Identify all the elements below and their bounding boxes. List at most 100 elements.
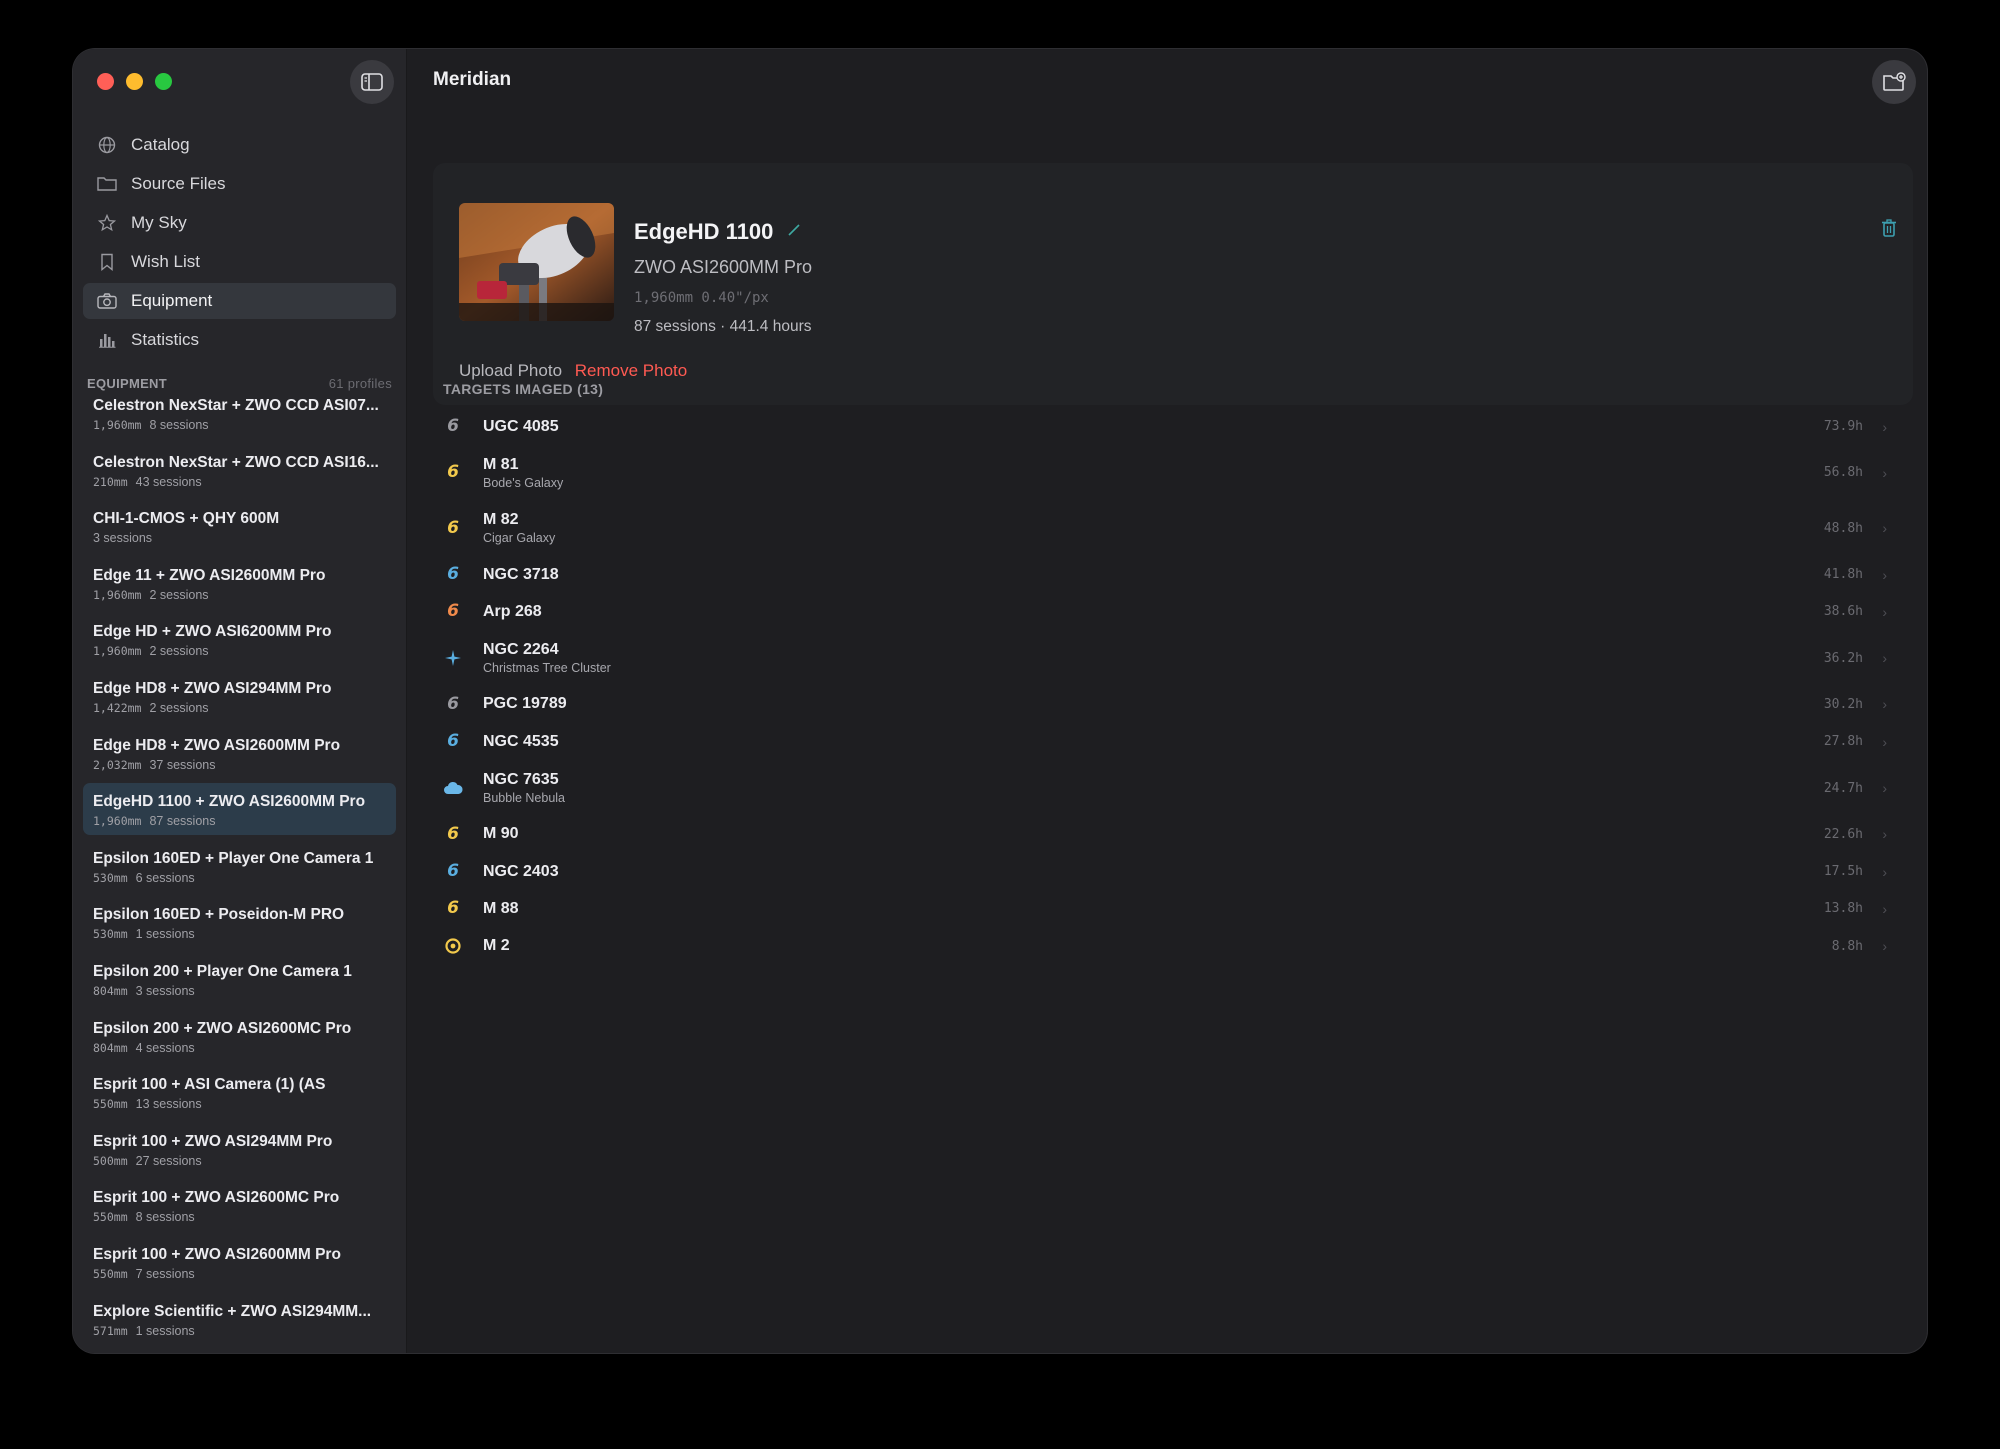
target-row[interactable]: 6 UGC 4085 73.9h › — [441, 408, 1901, 445]
equipment-item-name: Edge HD8 + ZWO ASI294MM Pro — [93, 679, 332, 697]
equipment-item-sessions: 8 sessions — [149, 418, 209, 432]
equipment-item-sessions: 2 sessions — [149, 700, 209, 715]
target-hours: 17.5h — [1823, 864, 1863, 880]
equipment-item-name: CHI-1-CMOS + QHY 600M — [93, 510, 280, 528]
zoom-window-button[interactable] — [155, 73, 172, 90]
equipment-list-item[interactable]: Epsilon 200 + Player One Camera 1 804mm 3 … — [83, 953, 396, 1005]
sidebar-item-source-files[interactable]: Source Files — [83, 166, 396, 202]
minimize-window-button[interactable] — [126, 73, 143, 90]
target-common-name: Bubble Nebula — [483, 791, 566, 806]
equipment-item-name: Edge HD + ZWO ASI6200MM Pro — [93, 623, 332, 641]
chevron-right-icon: › — [1882, 464, 1887, 481]
equipment-list[interactable]: Celestron NexStar + ZWO CCD ASI07... 1,96… — [83, 399, 396, 1353]
target-hours: 8.8h — [1831, 938, 1863, 954]
app-window: Catalog Source Files My Sky Wish List Equipm… — [73, 49, 1927, 1353]
equipment-list-item[interactable]: Epsilon 160ED + Player One Camera 1 530mm… — [83, 840, 396, 892]
galaxy-icon: 6 — [447, 898, 459, 919]
sidebar-item-equipment[interactable]: Equipment — [83, 283, 396, 319]
chevron-right-icon: › — [1882, 520, 1887, 537]
galaxy-icon: 6 — [447, 564, 459, 585]
equipment-item-focal-length: 804mm — [93, 1040, 128, 1055]
equipment-list-item[interactable]: Esprit 100 + ZWO ASI2600MM Pro 550mm 7 ses… — [83, 1236, 396, 1288]
equipment-item-sessions: 13 sessions — [135, 1097, 202, 1112]
target-name: M 82 — [483, 511, 519, 529]
equipment-item-name: Celestron NexStar + ZWO CCD ASI16... — [93, 453, 379, 471]
open-folder-button[interactable] — [1872, 60, 1916, 104]
equipment-list-item[interactable]: Esprit 100 + ZWO ASI2600MC Pro 550mm 8 ses… — [83, 1179, 396, 1231]
equipment-list-item[interactable]: CHI-1-CMOS + QHY 600M 3 sessions — [83, 500, 396, 552]
equipment-item-meta: 804mm 3 sessions — [93, 984, 386, 998]
equipment-item-focal-length: 210mm — [93, 474, 128, 489]
sidebar-item-catalog[interactable]: Catalog — [83, 127, 396, 163]
equipment-list-item[interactable]: Epsilon 200 + ZWO ASI2600MC Pro 804mm 4 se… — [83, 1010, 396, 1062]
galaxy-icon: 6 — [447, 731, 459, 752]
target-row[interactable]: 6 M 88 13.8h › — [441, 890, 1901, 927]
sidebar: Catalog Source Files My Sky Wish List Equipm… — [73, 49, 407, 1353]
equipment-profile-count: 61 profiles — [328, 376, 392, 391]
target-row[interactable]: 6 M 81 Bode's Galaxy 56.8h › — [441, 445, 1901, 500]
target-row[interactable]: NGC 7635 Bubble Nebula 24.7h › — [441, 760, 1901, 815]
target-row[interactable]: 6 PGC 19789 30.2h › — [441, 686, 1901, 723]
galaxy-icon: 6 — [447, 823, 459, 844]
equipment-item-sessions: 6 sessions — [135, 870, 195, 885]
target-row[interactable]: 6 NGC 4535 27.8h › — [441, 723, 1901, 760]
target-row[interactable]: 6 M 82 Cigar Galaxy 48.8h › — [441, 501, 1901, 556]
target-name: PGC 19789 — [483, 695, 567, 713]
equipment-detail-card: EdgeHD 1100 ZWO ASI2600MM Pro 1,960mm 0.… — [433, 163, 1913, 405]
equipment-list-item[interactable]: Edge HD8 + ZWO ASI2600MM Pro 2,032mm 37 se… — [83, 727, 396, 779]
equipment-list-item[interactable]: Celestron NexStar + ZWO CCD ASI07... 1,96… — [83, 399, 396, 439]
equipment-item-sessions: 2 sessions — [149, 644, 209, 659]
chevron-right-icon: › — [1882, 418, 1887, 435]
target-text: NGC 2264 Christmas Tree Cluster — [483, 641, 611, 675]
chevron-right-icon: › — [1882, 603, 1887, 620]
target-hours: 27.8h — [1823, 734, 1863, 750]
sidebar-item-statistics[interactable]: Statistics — [83, 322, 396, 358]
chevron-right-icon: › — [1882, 566, 1887, 583]
equipment-item-focal-length: 500mm — [93, 1153, 128, 1168]
equipment-item-meta: 571mm 1 sessions — [93, 1324, 386, 1338]
target-common-name: Christmas Tree Cluster — [483, 661, 611, 676]
equipment-list-item[interactable]: Esprit 100 + ZWO ASI294MM Pro 500mm 27 ses… — [83, 1123, 396, 1175]
equipment-item-focal-length: 550mm — [93, 1097, 128, 1112]
target-row[interactable]: 6 NGC 3718 41.8h › — [441, 556, 1901, 593]
sidebar-item-my-sky[interactable]: My Sky — [83, 205, 396, 241]
equipment-item-focal-length: 1,422mm — [93, 700, 142, 715]
remove-photo-button[interactable]: Remove Photo — [575, 361, 687, 380]
sidebar-toggle-button[interactable] — [350, 60, 394, 104]
target-hours: 38.6h — [1823, 604, 1863, 620]
target-row[interactable]: 6 Arp 268 38.6h › — [441, 593, 1901, 630]
equipment-item-sessions: 43 sessions — [135, 474, 202, 489]
equipment-list-item[interactable]: Celestron NexStar + ZWO CCD ASI16... 210m… — [83, 444, 396, 496]
chevron-right-icon: › — [1882, 696, 1887, 713]
equipment-list-item[interactable]: Edge HD8 + ZWO ASI294MM Pro 1,422mm 2 sess… — [83, 670, 396, 722]
equipment-list-item[interactable]: Epsilon 160ED + Poseidon-M PRO 530mm 1 ses… — [83, 896, 396, 948]
edit-name-button[interactable] — [787, 223, 801, 242]
equipment-list-item[interactable]: Edge HD + ZWO ASI6200MM Pro 1,960mm 2 sess… — [83, 613, 396, 665]
equipment-item-meta: 550mm 13 sessions — [93, 1097, 386, 1111]
equipment-list-item[interactable]: EdgeHD 1100 + ZWO ASI2600MM Pro 1,960mm 87… — [83, 783, 396, 836]
galaxy-icon: 6 — [447, 601, 459, 622]
sidebar-item-label: Source Files — [131, 174, 226, 193]
close-window-button[interactable] — [97, 73, 114, 90]
equipment-stats: 87 sessions · 441.4 hours — [634, 318, 812, 335]
target-hours: 30.2h — [1823, 696, 1863, 712]
equipment-list-item[interactable]: Explore Scientific + ZWO ASI294MM... 571m… — [83, 1293, 396, 1345]
equipment-list-item[interactable]: Esprit 100 + ASI Camera (1) (AS 550mm 13 s… — [83, 1066, 396, 1118]
target-name: M 2 — [483, 937, 510, 955]
upload-photo-button[interactable]: Upload Photo — [459, 361, 562, 380]
equipment-item-sessions: 3 sessions — [93, 531, 153, 546]
target-text: UGC 4085 — [483, 418, 559, 436]
equipment-item-name: Edge 11 + ZWO ASI2600MM Pro — [93, 566, 326, 584]
delete-profile-button[interactable] — [1881, 219, 1897, 242]
photo-actions: Upload Photo Remove Photo — [459, 361, 687, 381]
target-row[interactable]: M 2 8.8h › — [441, 928, 1901, 965]
equipment-list-item[interactable]: Edge 11 + ZWO ASI2600MM Pro 1,960mm 2 sess… — [83, 557, 396, 609]
target-row[interactable]: 6 M 90 22.6h › — [441, 816, 1901, 853]
target-text: NGC 2403 — [483, 863, 559, 881]
galaxy-icon: 6 — [447, 517, 459, 538]
equipment-item-name: Epsilon 200 + ZWO ASI2600MC Pro — [93, 1019, 352, 1037]
target-row[interactable]: 6 NGC 2403 17.5h › — [441, 853, 1901, 890]
sidebar-item-wish-list[interactable]: Wish List — [83, 244, 396, 280]
equipment-item-meta: 3 sessions — [93, 531, 386, 545]
target-row[interactable]: NGC 2264 Christmas Tree Cluster 36.2h › — [441, 630, 1901, 685]
